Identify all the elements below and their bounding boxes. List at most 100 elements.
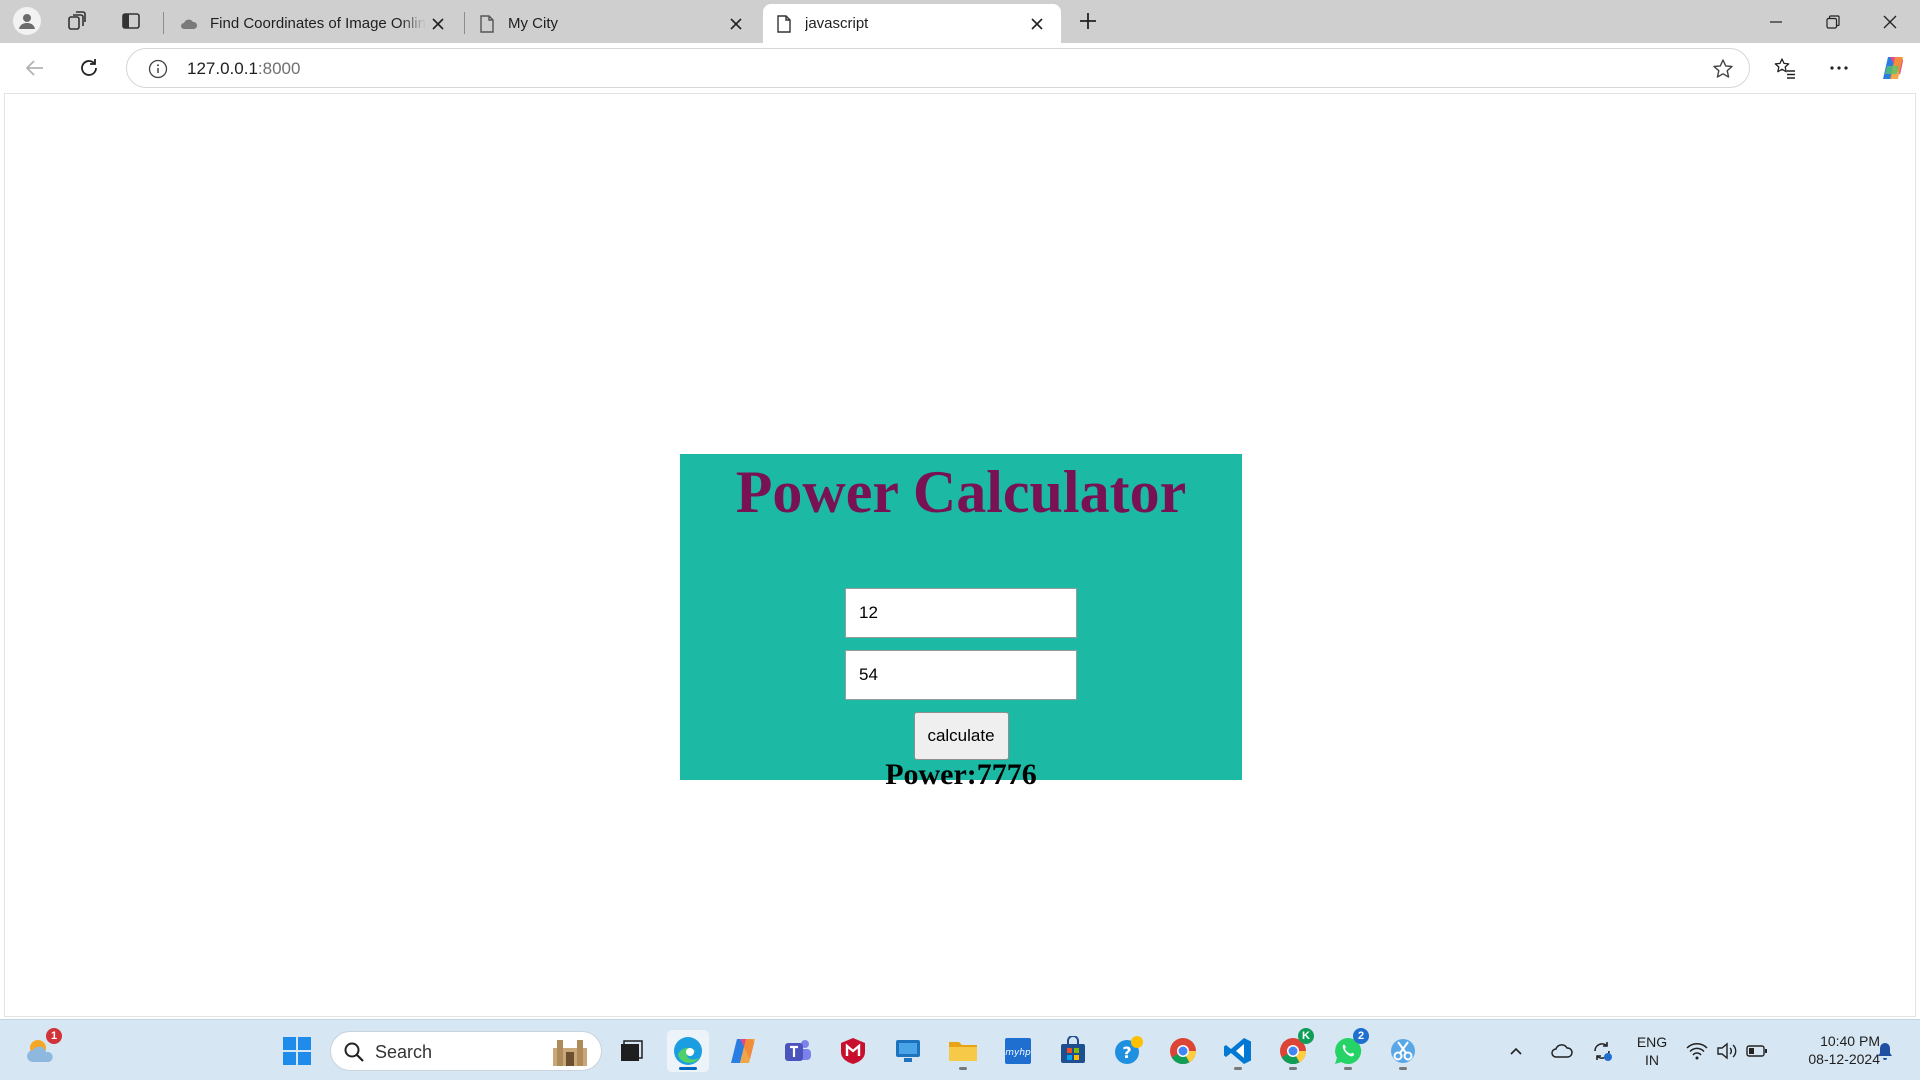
wifi-icon <box>1686 1043 1708 1060</box>
start-button[interactable] <box>276 1030 318 1072</box>
tab-title: Find Coordinates of Image Online <box>210 15 426 32</box>
snipping-tool-icon <box>1391 1039 1415 1063</box>
close-icon <box>1883 15 1897 28</box>
page-favicon-icon <box>478 14 496 33</box>
folder-icon <box>949 1042 977 1061</box>
sync-tray[interactable] <box>1586 1030 1618 1072</box>
copilot-button[interactable] <box>1874 49 1912 87</box>
taskbar-chrome-profile[interactable]: K <box>1272 1028 1314 1072</box>
settings-more-button[interactable] <box>1820 49 1858 87</box>
workspaces-icon <box>68 11 86 30</box>
close-window-button[interactable] <box>1862 0 1918 43</box>
running-indicator <box>1399 1067 1407 1070</box>
close-tab-icon[interactable] <box>724 12 748 36</box>
profile-avatar-icon <box>13 7 41 35</box>
chrome-profile-badge: K <box>1298 1028 1314 1044</box>
favorites-list-icon <box>1774 58 1795 79</box>
windows-taskbar: 1 Search myhp ? K 2 ENG IN 10:40 PM 08-1… <box>0 1019 1920 1080</box>
base-input[interactable] <box>845 588 1077 638</box>
exponent-input[interactable] <box>845 650 1077 700</box>
myhp-icon: myhp <box>1005 1038 1031 1064</box>
taskbar-store[interactable] <box>1052 1030 1094 1072</box>
tab-actions-icon <box>122 13 140 29</box>
workspaces-button[interactable] <box>56 4 98 38</box>
taskbar-myhp[interactable]: myhp <box>997 1030 1039 1072</box>
more-dots-icon <box>1830 66 1848 70</box>
volume-tray[interactable] <box>1712 1030 1742 1072</box>
taskbar-remote-desktop[interactable] <box>887 1030 929 1072</box>
power-result: Power:7776 <box>885 758 1037 791</box>
profile-button[interactable] <box>6 4 48 38</box>
taskbar-edge[interactable] <box>667 1030 709 1072</box>
tab-javascript[interactable]: javascript <box>763 4 1061 43</box>
clock-date: 08-12-2024 <box>1808 1051 1880 1067</box>
close-tab-icon[interactable] <box>426 12 450 36</box>
search-icon <box>344 1042 364 1062</box>
chevron-up-icon <box>1510 1047 1522 1055</box>
refresh-button[interactable] <box>70 49 108 87</box>
page-favicon-icon <box>775 14 793 33</box>
weather-badge: 1 <box>46 1028 62 1044</box>
restore-button[interactable] <box>1805 0 1861 43</box>
taskbar-chrome[interactable] <box>1162 1030 1204 1072</box>
tab-title: My City <box>508 15 558 32</box>
back-button[interactable] <box>16 49 54 87</box>
tab-find-coordinates[interactable]: Find Coordinates of Image Online <box>168 4 462 43</box>
vertical-tabs-button[interactable] <box>110 4 152 38</box>
taskbar-copilot[interactable] <box>722 1030 764 1072</box>
battery-tray[interactable] <box>1742 1030 1772 1072</box>
taskbar-mcafee[interactable] <box>832 1030 874 1072</box>
help-assistant-icon: ? <box>1115 1036 1143 1064</box>
page-viewport: Power Calculator calculate Power:7776 <box>4 93 1916 1017</box>
chrome-icon <box>1170 1038 1197 1065</box>
wifi-tray[interactable] <box>1682 1030 1712 1072</box>
task-view-button[interactable] <box>610 1030 652 1072</box>
url-text[interactable]: 127.0.0.1:8000 <box>187 59 300 79</box>
taskbar-vscode[interactable] <box>1217 1030 1259 1072</box>
edge-icon <box>674 1037 702 1065</box>
weather-widget[interactable]: 1 <box>20 1028 62 1072</box>
clock[interactable]: 10:40 PM 08-12-2024 <box>1780 1032 1880 1068</box>
language-indicator[interactable]: ENG IN <box>1630 1033 1674 1069</box>
active-indicator <box>679 1067 697 1070</box>
back-arrow-icon <box>25 60 43 76</box>
taskbar-teams[interactable] <box>777 1030 819 1072</box>
favorite-star-icon[interactable] <box>1711 57 1735 81</box>
store-icon <box>1061 1036 1085 1063</box>
favorites-button[interactable] <box>1766 49 1804 87</box>
taskbar-whatsapp[interactable]: 2 <box>1327 1028 1369 1072</box>
taskbar-support-assistant[interactable]: ? <box>1107 1030 1149 1072</box>
remote-desktop-icon <box>896 1040 920 1062</box>
show-hidden-icons-button[interactable] <box>1502 1030 1530 1072</box>
search-highlight-icon <box>553 1040 587 1066</box>
calculate-button[interactable]: calculate <box>913 712 1009 760</box>
language-region: IN <box>1645 1052 1659 1068</box>
minimize-icon <box>1770 20 1782 23</box>
battery-icon <box>1746 1045 1767 1057</box>
whatsapp-badge: 2 <box>1353 1028 1369 1044</box>
onedrive-tray[interactable] <box>1546 1030 1578 1072</box>
notifications-button[interactable] <box>1870 1030 1900 1072</box>
teams-icon <box>785 1040 811 1061</box>
running-indicator <box>1289 1067 1297 1070</box>
cloud-favicon-icon <box>180 15 198 33</box>
site-info-icon[interactable] <box>147 58 169 80</box>
tab-title: javascript <box>805 15 869 32</box>
taskbar-search-box[interactable]: Search <box>330 1031 602 1071</box>
address-bar[interactable]: 127.0.0.1:8000 <box>126 48 1750 88</box>
plus-icon <box>1080 13 1096 29</box>
minimize-button[interactable] <box>1748 0 1804 43</box>
running-indicator <box>1234 1067 1242 1070</box>
tab-divider <box>464 12 465 34</box>
bell-icon <box>1878 1043 1892 1060</box>
copilot-icon <box>1883 57 1903 79</box>
new-tab-button[interactable] <box>1067 4 1109 38</box>
close-tab-icon[interactable] <box>1025 12 1049 36</box>
power-calculator-panel: Power Calculator calculate Power:7776 <box>680 454 1242 790</box>
taskbar-file-explorer[interactable] <box>942 1030 984 1072</box>
tab-my-city[interactable]: My City <box>466 4 760 43</box>
language-code: ENG <box>1636 1034 1668 1050</box>
taskbar-snipping-tool[interactable] <box>1382 1030 1424 1072</box>
url-host: 127.0.0.1 <box>187 59 258 78</box>
mcafee-icon <box>841 1038 865 1064</box>
